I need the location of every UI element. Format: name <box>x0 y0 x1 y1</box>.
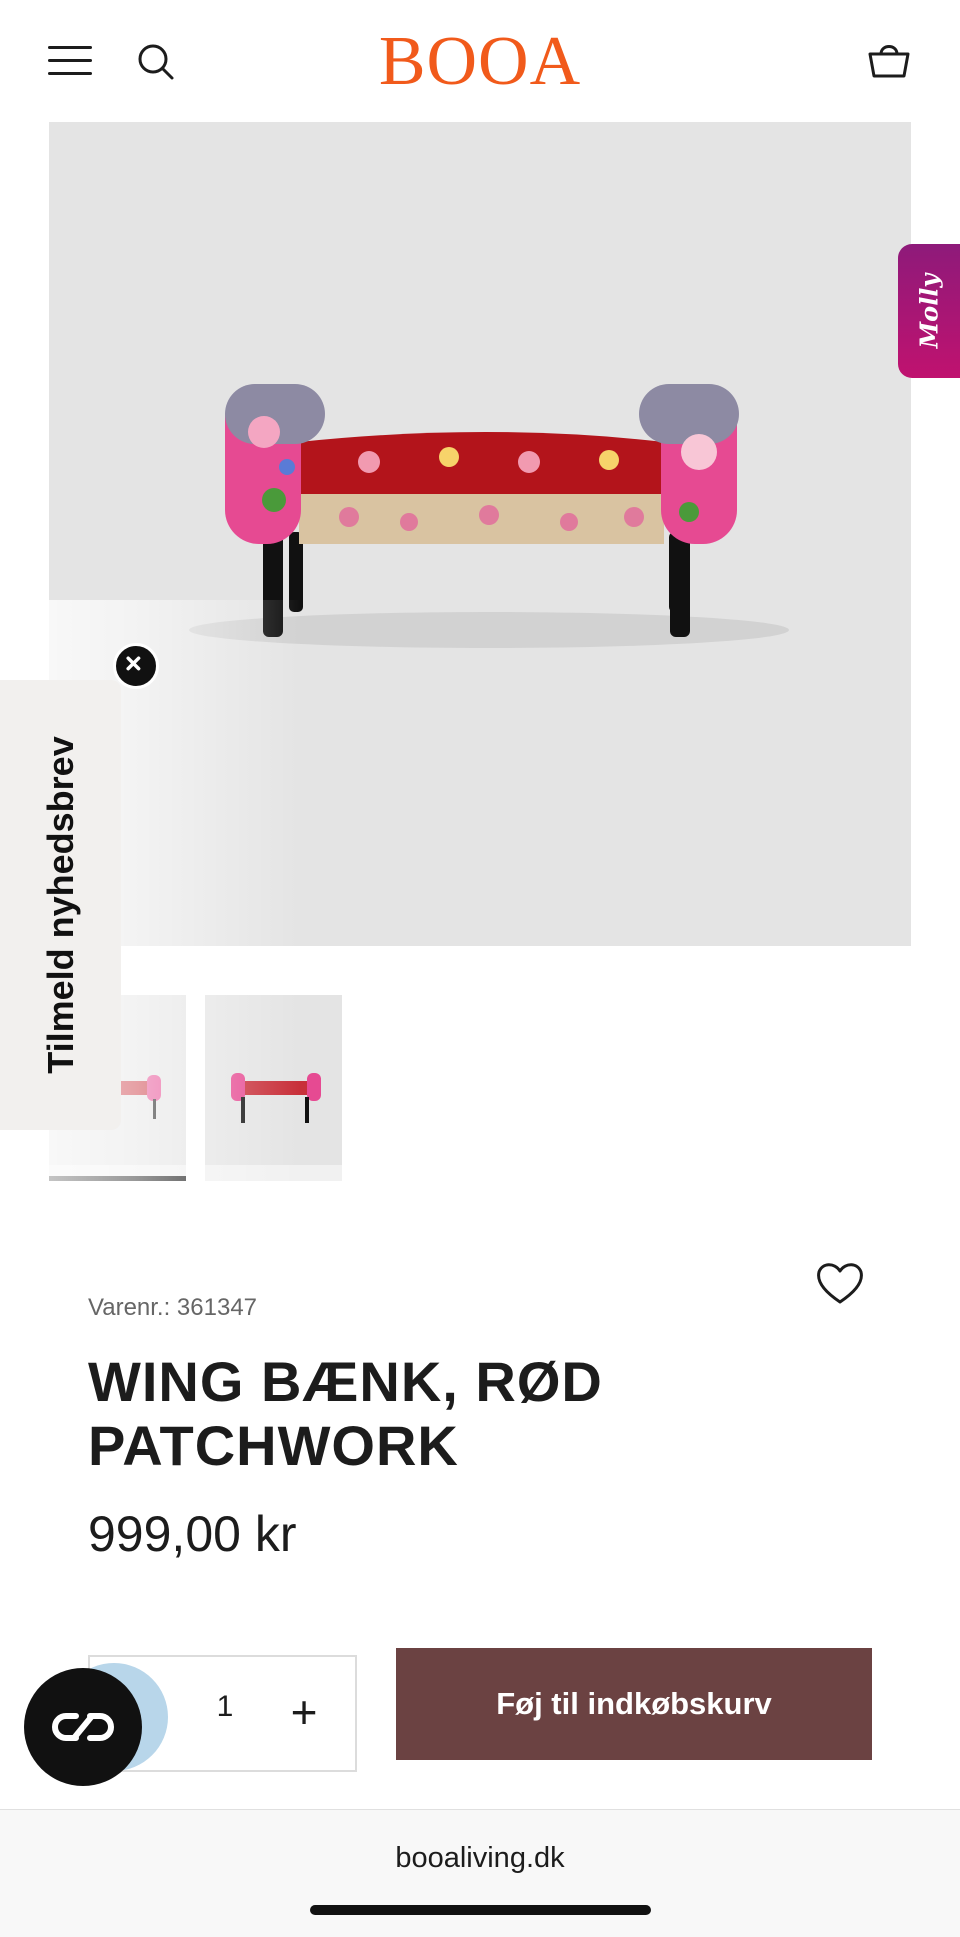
molly-assistant-tab[interactable]: Molly <box>898 244 960 378</box>
quantity-increase-button[interactable]: + <box>280 1680 328 1744</box>
brand-logo[interactable]: BOOA <box>0 22 960 102</box>
product-sku: Varenr.: 361347 <box>88 1294 258 1321</box>
heart-icon[interactable] <box>814 1260 866 1306</box>
molly-tab-label: Molly <box>914 273 944 349</box>
add-to-cart-button[interactable]: Føj til indkøbskurv <box>396 1648 872 1760</box>
home-indicator[interactable] <box>310 1905 651 1915</box>
newsletter-signup-tab[interactable]: Tilmeld nyhedsbrev <box>0 680 121 1130</box>
quantity-value[interactable]: 1 <box>195 1690 255 1724</box>
chat-icon <box>52 1713 114 1741</box>
site-header: BOOA <box>0 0 960 122</box>
newsletter-tab-label: Tilmeld nyhedsbrev <box>39 736 81 1074</box>
product-price: 999,00 kr <box>88 1506 297 1562</box>
address-url[interactable]: booaliving.dk <box>0 1842 960 1875</box>
close-icon[interactable] <box>113 643 159 689</box>
chat-button[interactable] <box>24 1668 142 1786</box>
shopping-basket-icon[interactable] <box>866 36 912 82</box>
product-title: WING BÆNK, RØD PATCHWORK <box>88 1350 603 1477</box>
